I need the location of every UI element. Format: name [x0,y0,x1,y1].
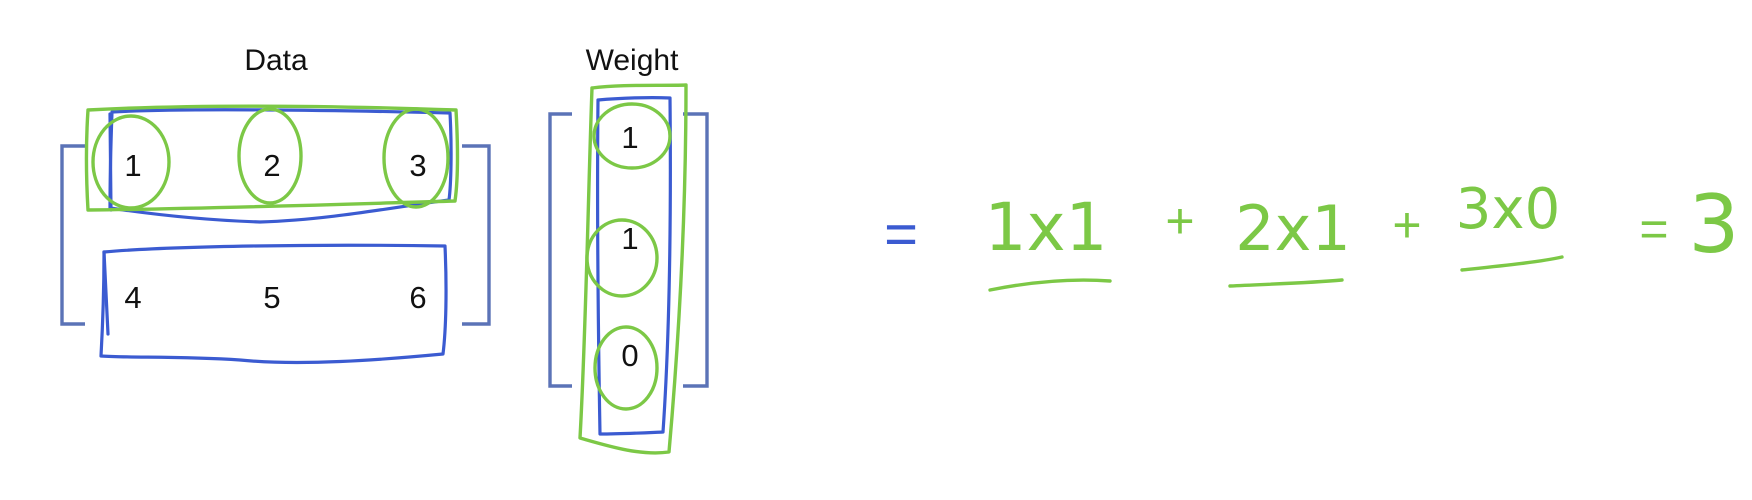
term-underline [1228,278,1344,288]
plus-sign: + [1165,193,1194,249]
data-title: Data [244,44,308,77]
equals-sign: = [1639,201,1668,257]
row-2-divider [102,250,110,336]
data-matrix: Data 1 2 3 4 5 6 [60,44,491,365]
row-1-divider [108,112,113,212]
matrix-multiplication-diagram: Data 1 2 3 4 5 6 Weight 1 1 0 = 1x1 + 2x… [60,44,1740,455]
data-cell: 1 [124,148,141,183]
data-left-bracket [60,144,85,326]
data-cell: 2 [263,148,280,183]
weight-left-bracket [548,112,572,388]
data-cell: 5 [263,280,280,315]
equation-result: 3 [1689,178,1740,271]
term-underline [988,278,1112,292]
data-right-bracket [462,144,491,326]
term-underline [1460,255,1564,272]
equation-term: 1x1 [984,189,1107,266]
weight-cell: 0 [621,338,638,373]
weight-cell: 1 [621,120,638,155]
plus-sign: + [1392,197,1421,253]
data-cell: 6 [409,280,426,315]
weight-title: Weight [586,44,679,77]
data-cell: 4 [124,280,141,315]
data-cell: 3 [409,148,426,183]
equation-term: 2x1 [1235,192,1351,265]
equation-term: 3x0 [1456,177,1560,242]
weight-vector: Weight 1 1 0 [548,44,709,455]
equation: = 1x1 + 2x1 + 3x0 = 3 [884,177,1740,292]
equals-sign: = [884,202,918,267]
weight-cell: 1 [621,221,638,256]
